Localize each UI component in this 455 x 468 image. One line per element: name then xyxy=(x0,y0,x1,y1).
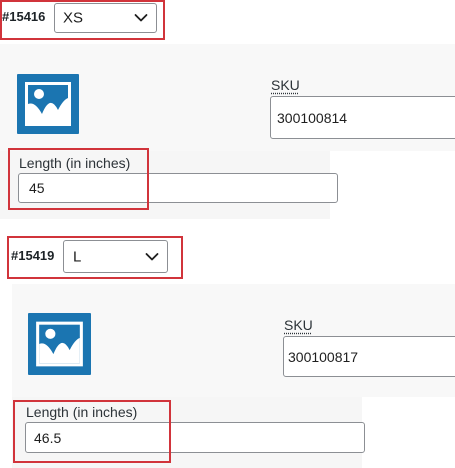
sku-value: 300100814 xyxy=(277,109,348,126)
length-value: 46.5 xyxy=(34,429,62,446)
length-value: 45 xyxy=(29,180,45,196)
size-select-value: L xyxy=(73,248,82,265)
length-input[interactable]: 46.5 xyxy=(25,422,365,453)
picture-glyph xyxy=(25,82,71,126)
sku-label: SKU xyxy=(284,317,313,333)
chevron-down-icon xyxy=(145,252,159,260)
variation-id: #15416 xyxy=(2,9,46,24)
image-placeholder-icon[interactable] xyxy=(17,74,79,134)
length-label: Length (in inches) xyxy=(19,155,131,171)
length-input[interactable]: 45 xyxy=(18,173,338,203)
picture-glyph xyxy=(36,321,83,367)
size-select-value: XS xyxy=(63,9,84,27)
length-label: Length (in inches) xyxy=(26,404,138,420)
image-placeholder-icon[interactable] xyxy=(28,313,91,375)
sku-value: 300100817 xyxy=(288,348,359,365)
size-select[interactable]: XS xyxy=(54,3,157,33)
sku-label: SKU xyxy=(271,77,300,93)
sku-input[interactable]: 300100814 xyxy=(270,96,455,139)
sku-input[interactable]: 300100817 xyxy=(283,336,455,377)
variation-id: #15419 xyxy=(11,248,55,263)
chevron-down-icon xyxy=(134,14,148,22)
size-select[interactable]: L xyxy=(63,240,168,273)
